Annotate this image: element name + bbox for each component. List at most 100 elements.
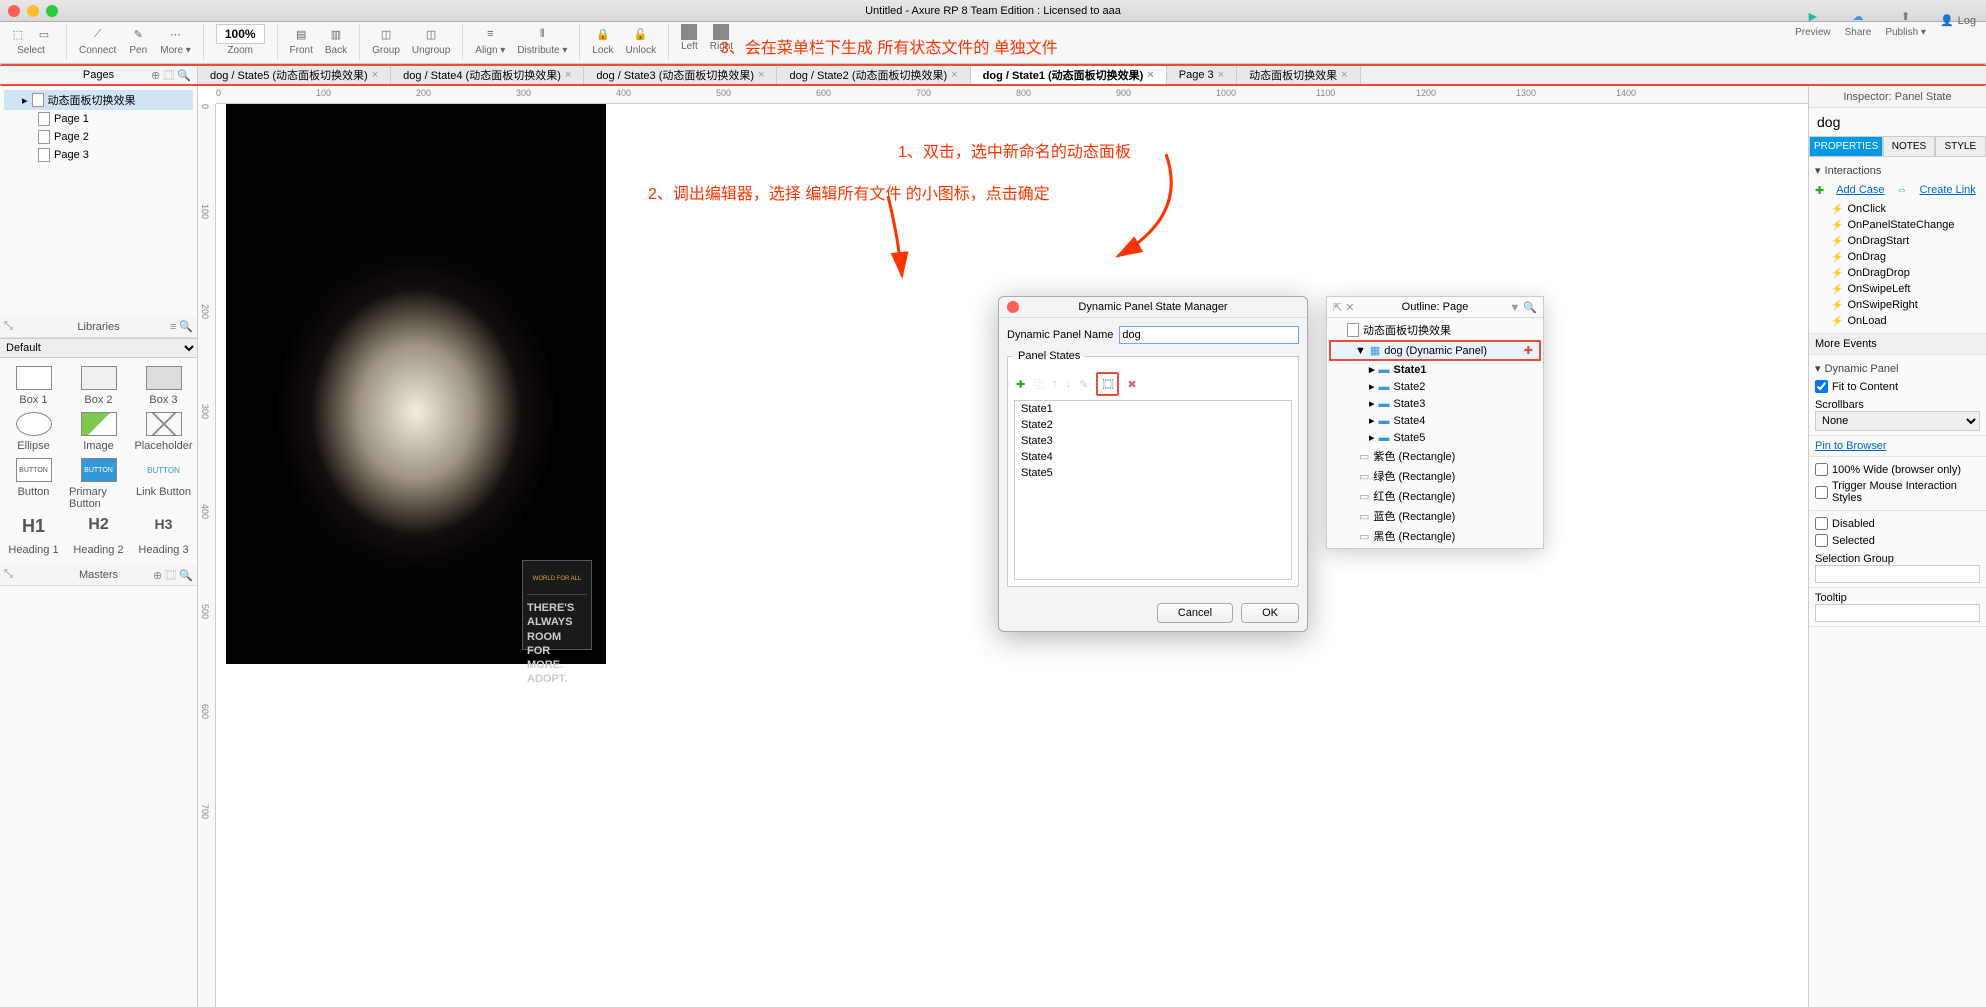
page-item-root[interactable]: ▸动态面板切换效果: [4, 90, 193, 110]
outline-shape[interactable]: ▭紫色 (Rectangle): [1329, 446, 1541, 466]
pages-tree[interactable]: ▸动态面板切换效果 Page 1 Page 2 Page 3: [0, 86, 197, 316]
outline-pin-icon[interactable]: ⇱ ✕: [1333, 301, 1355, 314]
state-item[interactable]: State2: [1015, 417, 1291, 433]
close-window[interactable]: [8, 5, 20, 17]
lib-placeholder[interactable]: Placeholder: [134, 412, 193, 452]
placed-image[interactable]: WORLD FOR ALL THERE'S ALWAYS ROOM FOR MO…: [226, 104, 606, 664]
lib-h3[interactable]: H3Heading 3: [134, 516, 193, 556]
tab-notes[interactable]: NOTES: [1883, 136, 1934, 157]
user-menu[interactable]: 👤Log: [1940, 14, 1976, 27]
tab-style[interactable]: STYLE: [1935, 136, 1986, 157]
page-item[interactable]: Page 3: [4, 146, 193, 164]
doc-tab[interactable]: dog / State4 (动态面板切换效果)×: [391, 66, 584, 84]
state-item[interactable]: State4: [1015, 449, 1291, 465]
lib-image[interactable]: Image: [69, 412, 128, 452]
lib-ellipse[interactable]: Ellipse: [4, 412, 63, 452]
create-link[interactable]: Create Link: [1920, 184, 1976, 197]
zoom-control[interactable]: 100%Zoom: [216, 24, 265, 56]
scrollbars-select[interactable]: None: [1815, 411, 1980, 431]
pin-link[interactable]: Pin to Browser: [1815, 440, 1887, 452]
tab-close-icon[interactable]: ×: [565, 69, 571, 81]
tab-close-icon[interactable]: ×: [1218, 69, 1224, 81]
selgroup-input[interactable]: [1815, 565, 1980, 583]
outline-tools[interactable]: ▼ 🔍: [1509, 301, 1537, 314]
back-button[interactable]: ▥Back: [325, 24, 347, 56]
lib-resize-icon[interactable]: ⤡: [4, 320, 13, 333]
edit-all-states-icon[interactable]: ⿴: [1096, 372, 1119, 396]
tab-close-icon[interactable]: ×: [372, 69, 378, 81]
doc-tab[interactable]: dog / State1 (动态面板切换效果)×: [971, 66, 1167, 84]
delete-state-icon[interactable]: ✖: [1127, 378, 1136, 391]
connect-tool[interactable]: ⟋Connect: [79, 24, 116, 56]
disabled-checkbox[interactable]: Disabled: [1815, 515, 1980, 532]
tab-close-icon[interactable]: ×: [758, 69, 764, 81]
dp-section[interactable]: ▾ Dynamic Panel: [1815, 359, 1980, 378]
tab-properties[interactable]: PROPERTIES: [1809, 136, 1883, 157]
dp-name-input[interactable]: [1119, 326, 1299, 344]
preview-button[interactable]: ▶Preview: [1795, 6, 1831, 38]
outline-state[interactable]: ▸▬State2: [1329, 378, 1541, 395]
doc-tab[interactable]: dog / State2 (动态面板切换效果)×: [777, 66, 970, 84]
unlock-button[interactable]: 🔓Unlock: [626, 24, 657, 56]
lib-primary-button[interactable]: BUTTONPrimary Button: [69, 458, 128, 510]
fit-checkbox[interactable]: Fit to Content: [1815, 378, 1980, 395]
event-item[interactable]: ⚡OnSwipeRight: [1815, 297, 1980, 313]
add-state-icon[interactable]: ✚: [1016, 378, 1025, 391]
state-item[interactable]: State1: [1015, 401, 1291, 417]
lib-box1[interactable]: Box 1: [4, 366, 63, 406]
page-item[interactable]: Page 1: [4, 110, 193, 128]
outline-shape[interactable]: ▭黑色 (Rectangle): [1329, 526, 1541, 546]
align-left-button[interactable]: Left: [681, 24, 698, 52]
event-item[interactable]: ⚡OnDragStart: [1815, 233, 1980, 249]
select-tool[interactable]: ⬚▭ Select: [8, 24, 54, 56]
up-state-icon[interactable]: ↑: [1052, 378, 1058, 390]
event-item[interactable]: ⚡OnLoad: [1815, 313, 1980, 329]
outline-state[interactable]: ▸▬State1: [1329, 361, 1541, 378]
interactions-section[interactable]: ▾ Interactions: [1815, 161, 1980, 180]
selected-checkbox[interactable]: Selected: [1815, 532, 1980, 549]
add-case-link[interactable]: Add Case: [1836, 184, 1884, 197]
maximize-window[interactable]: [46, 5, 58, 17]
down-state-icon[interactable]: ↓: [1066, 378, 1072, 390]
align-button[interactable]: ≡Align ▾: [475, 24, 505, 56]
state-item[interactable]: State3: [1015, 433, 1291, 449]
lib-box3[interactable]: Box 3: [134, 366, 193, 406]
doc-tab[interactable]: Page 3×: [1167, 66, 1237, 84]
group-button[interactable]: ◫Group: [372, 24, 400, 56]
outline-add-icon[interactable]: ✚: [1524, 344, 1533, 357]
outline-state[interactable]: ▸▬State3: [1329, 395, 1541, 412]
trigger-checkbox[interactable]: Trigger Mouse Interaction Styles: [1815, 478, 1980, 506]
outline-state[interactable]: ▸▬State4: [1329, 412, 1541, 429]
outline-shape[interactable]: ▭绿色 (Rectangle): [1329, 466, 1541, 486]
lib-h1[interactable]: H1Heading 1: [4, 516, 63, 556]
tooltip-input[interactable]: [1815, 604, 1980, 622]
more-events[interactable]: More Events: [1815, 338, 1980, 350]
lib-h2[interactable]: H2Heading 2: [69, 516, 128, 556]
doc-tab[interactable]: 动态面板切换效果×: [1237, 66, 1360, 84]
edit-state-icon[interactable]: ✎: [1079, 378, 1088, 391]
state-item[interactable]: State5: [1015, 465, 1291, 481]
distribute-button[interactable]: ⦀Distribute ▾: [517, 24, 567, 56]
outline-state[interactable]: ▸▬State5: [1329, 429, 1541, 446]
outline-dp[interactable]: ▼▦dog (Dynamic Panel) ✚: [1329, 340, 1541, 361]
doc-tab[interactable]: dog / State5 (动态面板切换效果)×: [198, 66, 391, 84]
outline-shape[interactable]: ▭蓝色 (Rectangle): [1329, 506, 1541, 526]
front-button[interactable]: ▤Front: [290, 24, 313, 56]
library-select[interactable]: Default: [0, 338, 197, 358]
cancel-button[interactable]: Cancel: [1157, 603, 1233, 623]
minimize-window[interactable]: [27, 5, 39, 17]
lib-button[interactable]: BUTTONButton: [4, 458, 63, 510]
event-item[interactable]: ⚡OnClick: [1815, 201, 1980, 217]
ungroup-button[interactable]: ◫Ungroup: [412, 24, 450, 56]
tab-close-icon[interactable]: ×: [1147, 69, 1153, 81]
tab-close-icon[interactable]: ×: [951, 69, 957, 81]
lib-link-button[interactable]: BUTTONLink Button: [134, 458, 193, 510]
share-button[interactable]: ☁Share: [1845, 6, 1872, 38]
more-tool[interactable]: ⋯More ▾: [160, 24, 191, 56]
lock-button[interactable]: 🔒Lock: [592, 24, 613, 56]
doc-tab[interactable]: dog / State3 (动态面板切换效果)×: [584, 66, 777, 84]
dup-state-icon[interactable]: ⿻: [1033, 376, 1044, 392]
tab-close-icon[interactable]: ×: [1341, 69, 1347, 81]
event-item[interactable]: ⚡OnDrag: [1815, 249, 1980, 265]
lib-box2[interactable]: Box 2: [69, 366, 128, 406]
